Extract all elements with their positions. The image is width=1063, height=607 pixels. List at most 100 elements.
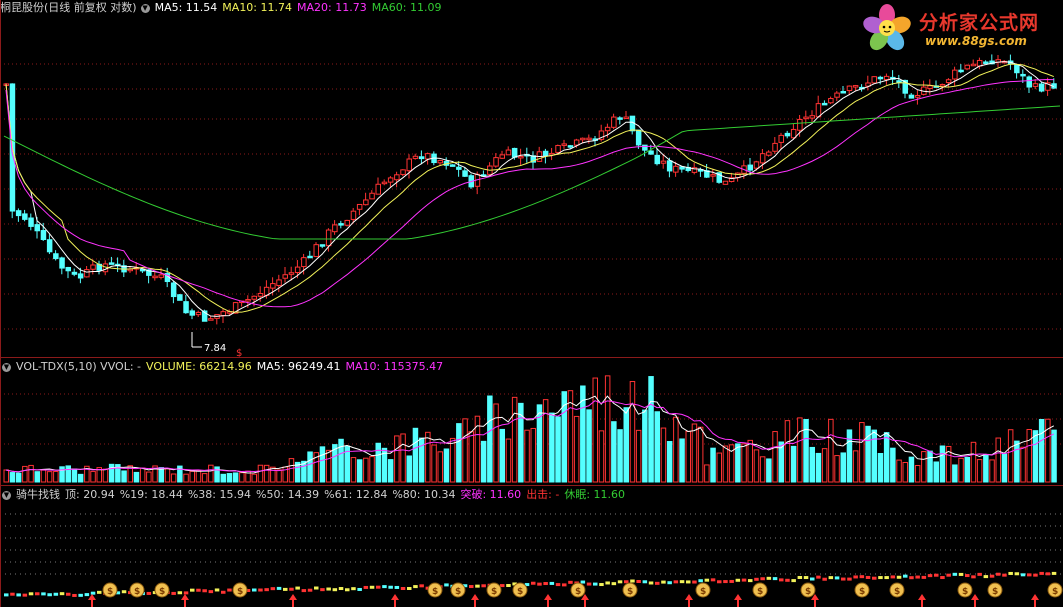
candle-body [319,244,326,247]
candle-body [301,257,307,268]
candle-body [505,149,512,156]
volume-bar [183,473,189,483]
low-price-label: 7.84 [204,343,226,354]
candle-body [877,76,884,80]
candle-body [65,266,71,272]
candle-body [828,98,834,104]
volume-bar [859,422,865,483]
volume-bar [449,437,456,483]
candle-body [363,199,369,206]
red-up-arrow-icon [391,594,399,607]
bull-bar [1008,571,1013,575]
volume-bar [666,441,673,483]
bull-bar [791,579,796,583]
ma60-label: MA60: 11.09 [371,1,442,14]
candle-body [673,165,679,173]
candle-body [381,181,388,185]
candle-body [778,134,784,143]
volume-bar [1038,418,1045,483]
bull-bar [847,577,852,581]
bull-bar [593,582,598,586]
volume-bar [592,377,598,483]
volume-bar [821,448,828,483]
volume-bar [759,456,766,483]
volume-bar [790,445,797,483]
bull-bar [1027,573,1032,577]
volume-bar [363,457,369,483]
stock-title[interactable]: 桐昆股份(日线 前复权 对数) [0,1,137,14]
volume-indicator-name[interactable]: VOL-TDX(5,10) VVOL: - [16,360,141,373]
candle-body [846,85,853,92]
bull-bar [568,580,573,584]
candle-body [170,282,177,298]
candle-body [332,224,338,233]
volume-bar [1051,429,1057,483]
bull-bar [772,577,778,581]
volume-bar [34,471,40,483]
candle-body [158,274,164,278]
candle-body [90,264,96,270]
volume-bar [22,465,28,483]
bull-bar [549,581,555,585]
bull-bar [196,588,201,592]
volume-bar [524,429,530,483]
volume-bar [964,456,970,483]
volume-bar [908,456,915,483]
bull-indicator-name[interactable]: 骑牛找钱 [16,488,60,501]
volume-bar [704,464,710,483]
volume-bar [9,472,16,483]
bull-bar [506,584,511,588]
bull-pct38: %38: 15.94 [187,488,252,501]
volume-bar [108,463,115,483]
candle-body [797,118,803,131]
bull-bar [555,583,561,587]
bull-bar [822,577,827,581]
candle-body [635,129,642,146]
volume-bar [976,459,983,483]
volume-bar [921,451,927,483]
candle-body [493,157,499,167]
bull-bar [624,580,629,584]
bull-bar [611,582,617,586]
bull-bar [1002,573,1007,577]
volume-bar [697,426,704,483]
volume-bar [487,395,493,483]
candle-body [542,150,549,157]
volume-bar [400,433,406,483]
red-up-arrow-icon [918,594,926,607]
bull-bar [816,575,821,579]
candle-body [573,139,580,146]
volume-chart[interactable] [0,374,1063,484]
price-chart[interactable]: 7.84 $ [0,14,1063,357]
volume-bar [406,455,412,483]
candle-body [939,84,946,87]
volume-bar [425,431,431,483]
volume-bar [958,457,964,483]
volume-bar [952,464,958,483]
money-bag-icon: $ [1052,587,1058,597]
bull-bar [686,580,691,584]
bull-bar [1051,571,1057,575]
volume-settings-icon[interactable]: ▼ [2,362,11,372]
candle-body [350,210,357,220]
volume-bar [28,464,34,483]
bull-bar [376,585,381,589]
bull-bar [190,588,195,592]
candle-body [747,164,753,171]
volume-bar [263,464,270,483]
candle-body [710,174,716,177]
volume-bar [375,442,381,483]
candle-body [1014,63,1020,74]
volume-bar [741,443,747,483]
volume-value: VOLUME: 66214.96 [146,360,252,373]
bull-chart[interactable]: $ $ $ $ $ $ $ $ $ $ $ $ $ $ $ $ $ $ [0,502,1063,607]
volume-bar [914,465,921,483]
bull-bar [537,582,542,586]
bull-settings-icon[interactable]: ▼ [2,490,11,500]
settings-circle-icon[interactable]: ▼ [140,3,150,13]
bull-bar [921,575,927,579]
candle-body [152,275,158,279]
volume-bar [654,411,660,483]
bull-bar [642,580,648,584]
candle-body [679,166,685,170]
